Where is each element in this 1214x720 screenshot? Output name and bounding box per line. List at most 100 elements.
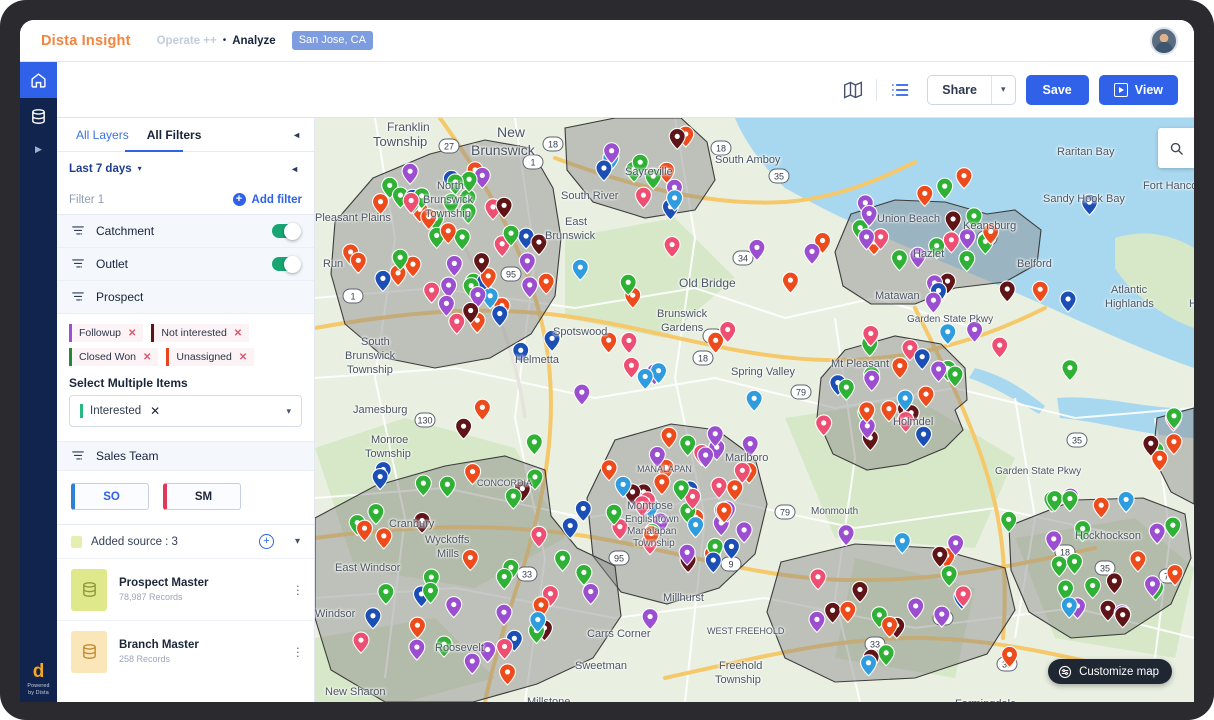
filter-icon [71,449,85,463]
source-record-count: 78,987 Records [119,592,208,602]
map-view-button[interactable] [836,76,870,104]
rail-item-home[interactable] [20,62,57,98]
powered-by-line1: Powered [27,683,49,689]
svg-text:35: 35 [1072,436,1082,446]
svg-text:1: 1 [530,158,535,168]
filter-header-row: Filter 1 + Add filter [57,185,314,215]
svg-text:35: 35 [1100,564,1110,574]
customize-map-button[interactable]: Customize map [1048,659,1172,684]
list-view-button[interactable] [883,76,917,104]
route-shield: 1 [343,289,363,303]
added-source-label: Added source : 3 [91,536,178,548]
date-range-selector[interactable]: Last 7 days ▾ ◄ [57,152,314,185]
breadcrumb-separator: • [223,35,227,46]
source-name: Branch Master [119,639,199,651]
toggle-catchment[interactable] [272,224,300,238]
sales-team-buttons: SO SM [57,471,314,524]
source-record-count: 258 Records [119,654,199,664]
source-thumbnail [71,631,107,673]
route-shield: 79 [791,385,811,399]
breadcrumb-analyze[interactable]: Analyze [232,35,275,47]
route-shield: 95 [609,551,629,565]
list-icon [890,80,910,100]
sales-team-label: Sales Team [96,449,158,463]
clear-selection-icon[interactable]: ✕ [150,404,160,418]
svg-text:1: 1 [350,292,355,302]
map-search-button[interactable] [1158,128,1194,168]
route-shield: 79 [775,505,795,519]
filter-icon [71,290,85,304]
top-bar: Dista Insight Operate ++ • Analyze San J… [20,20,1194,62]
source-overflow-menu[interactable]: ··· [296,646,300,658]
range-collapse-button[interactable]: ◄ [290,164,302,174]
share-dropdown-caret[interactable]: ▾ [991,76,1015,104]
select-multiple-dropdown[interactable]: Interested ✕ ▾ [69,395,302,427]
chip-unassigned[interactable]: Unassigned ✕ [166,348,254,366]
filter-name-label: Filter 1 [69,194,104,206]
toggle-outlet[interactable] [272,257,300,271]
selected-value-chip: Interested ✕ [80,404,160,418]
add-source-button[interactable]: + [259,534,274,549]
customize-map-label: Customize map [1079,666,1159,678]
chip-not-interested[interactable]: Not interested ✕ [151,324,249,342]
route-shield: 1 [523,155,543,169]
powered-by-line2: by Dista [28,690,49,696]
add-filter-button[interactable]: + Add filter [233,193,302,206]
toolbar: Share ▾ Save View [57,62,1194,118]
view-button[interactable]: View [1099,75,1178,105]
home-icon [30,72,47,89]
device-frame: Dista Insight Operate ++ • Analyze San J… [0,0,1214,720]
layer-row-catchment[interactable]: Catchment [57,215,314,248]
chip-label: Followup [72,327,121,339]
svg-text:79: 79 [780,508,790,518]
view-label: View [1135,83,1163,97]
svg-text:35: 35 [774,172,784,182]
chip-remove-icon[interactable]: ✕ [128,328,136,339]
chip-remove-icon[interactable]: ✕ [143,352,151,363]
svg-text:33: 33 [870,640,880,650]
route-shield: 35 [769,169,789,183]
source-overflow-menu[interactable]: ··· [296,584,300,596]
chevron-down-icon[interactable]: ▾ [286,406,291,417]
tab-all-layers[interactable]: All Layers [67,128,138,142]
avatar[interactable] [1150,27,1178,55]
database-icon [81,581,98,598]
source-text-block: Branch Master 258 Records [119,639,199,664]
chip-remove-icon[interactable]: ✕ [234,328,242,339]
layer-row-prospect[interactable]: Prospect [57,281,314,314]
layer-label-prospect: Prospect [96,290,143,304]
source-item-prospect-master[interactable]: Prospect Master 78,987 Records ··· [57,558,314,620]
rail-item-data[interactable] [20,98,57,134]
sliders-icon [1058,665,1072,679]
route-shield: 18 [543,137,563,151]
team-button-so[interactable]: SO [71,483,149,510]
filters-panel: All Layers All Filters ◄ Last 7 days ▾ ◄… [57,118,315,702]
layer-row-outlet[interactable]: Outlet [57,248,314,281]
route-shield: 95 [501,267,521,281]
route-shield: 33 [517,567,537,581]
svg-text:79: 79 [796,388,806,398]
team-button-sm[interactable]: SM [163,483,241,510]
sales-team-row[interactable]: Sales Team [57,441,314,471]
city-chip[interactable]: San Jose, CA [292,31,373,50]
layer-label-catchment: Catchment [96,224,154,238]
breadcrumb-operate[interactable]: Operate ++ [157,35,217,47]
chip-followup[interactable]: Followup ✕ [69,324,143,342]
chevron-down-icon: ▾ [138,164,142,173]
added-source-header: Added source : 3 + ▾ [57,524,314,558]
rail-expand-button[interactable]: ▶ [20,134,57,164]
share-button-group[interactable]: Share ▾ [927,75,1015,105]
svg-text:18: 18 [548,140,558,150]
svg-text:33: 33 [522,570,532,580]
source-name: Prospect Master [119,577,208,589]
share-label[interactable]: Share [928,83,991,97]
panel-collapse-button[interactable]: ◄ [292,130,304,140]
chevron-down-icon[interactable]: ▾ [295,536,300,547]
source-item-branch-master[interactable]: Branch Master 258 Records ··· [57,620,314,682]
chip-remove-icon[interactable]: ✕ [239,352,247,363]
chip-closed-won[interactable]: Closed Won ✕ [69,348,158,366]
tab-all-filters[interactable]: All Filters [138,128,211,142]
select-multiple-label: Select Multiple Items [57,368,314,395]
map-canvas[interactable]: 2718118353635349519187935711813033979953… [315,118,1194,702]
save-button[interactable]: Save [1026,75,1089,105]
